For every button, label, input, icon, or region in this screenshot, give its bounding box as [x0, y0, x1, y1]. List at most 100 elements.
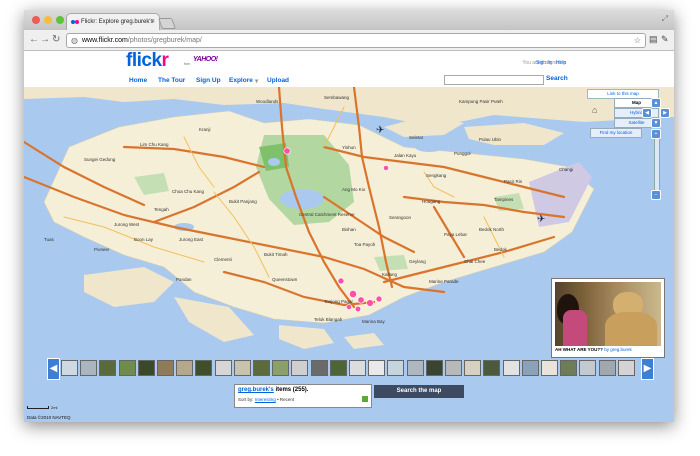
- thumbnail-21[interactable]: [445, 360, 462, 376]
- thumbnail-11[interactable]: [253, 360, 270, 376]
- nav-explore[interactable]: Explore: [229, 77, 253, 84]
- thumbnail-13[interactable]: [291, 360, 309, 376]
- photo-popup[interactable]: AH WHAT ARE YOU?? by greg.burek: [551, 278, 665, 358]
- back-button[interactable]: ←: [29, 33, 39, 47]
- map-label: Kallang: [382, 272, 398, 277]
- map-label: Tuas: [44, 237, 54, 242]
- thumbnail-28[interactable]: [579, 360, 597, 376]
- thumbnail-2[interactable]: [80, 360, 98, 376]
- map-label: Sengkang: [426, 173, 447, 178]
- thumbnail-4[interactable]: [118, 360, 136, 376]
- map-label: Punggol: [454, 151, 471, 156]
- thumbnail-22[interactable]: [464, 360, 482, 376]
- sort-recent[interactable]: Recent: [280, 397, 294, 402]
- nav-upload[interactable]: Upload: [267, 77, 289, 84]
- home-icon[interactable]: ⌂: [592, 105, 602, 115]
- photo-strip: ◀ ▶: [44, 356, 654, 380]
- bookmark-star-icon[interactable]: ☆: [634, 34, 641, 47]
- thumbnail-12[interactable]: [272, 360, 290, 376]
- map-label: Bukit Timah: [264, 252, 288, 257]
- map-label: Bukit Panjang: [229, 199, 257, 204]
- map-label: Pasir Ris: [504, 179, 523, 184]
- thumbnail-5[interactable]: [137, 360, 155, 376]
- fullscreen-icon[interactable]: ⤢: [662, 14, 668, 24]
- forward-button[interactable]: →: [40, 33, 50, 47]
- search-button[interactable]: Search: [546, 75, 568, 82]
- map-label: Serangoon: [389, 215, 412, 220]
- yahoo-logo: YAHOO!: [193, 56, 218, 63]
- thumbnail-16[interactable]: [349, 360, 366, 376]
- close-window-button[interactable]: [32, 16, 40, 24]
- thumbnail-17[interactable]: [368, 360, 386, 376]
- thumbnail-27[interactable]: [560, 360, 578, 376]
- thumbnail-23[interactable]: [483, 360, 501, 376]
- user-link[interactable]: greg.burek's: [238, 387, 274, 393]
- thumbnail-29[interactable]: [598, 360, 616, 376]
- thumbnail-24[interactable]: [502, 360, 520, 376]
- map-label: Jurong East: [179, 237, 204, 242]
- thumbnail-18[interactable]: [387, 360, 405, 376]
- items-info-panel: greg.burek's items (255). Sort by: Inter…: [234, 384, 372, 408]
- strip-right-arrow-icon[interactable]: ▶: [641, 358, 654, 380]
- zoom-in-icon[interactable]: +: [651, 129, 661, 139]
- search-input[interactable]: [444, 75, 544, 85]
- flickr-favicon-icon: [71, 20, 79, 24]
- sort-separator: •: [277, 397, 279, 402]
- address-bar[interactable]: ◍ www.flickr.com/photos/gregburek/map/ ☆: [66, 33, 646, 48]
- nav-sign-up[interactable]: Sign Up: [196, 77, 221, 84]
- thumbnail-19[interactable]: [406, 360, 424, 376]
- map-label: Tampines: [494, 197, 514, 202]
- photo-thumbnail[interactable]: [555, 282, 661, 346]
- help-link[interactable]: Help: [556, 60, 566, 66]
- minimize-window-button[interactable]: [44, 16, 52, 24]
- zoom-window-button[interactable]: [56, 16, 64, 24]
- map-area[interactable]: Lim Chu Kang Sungei Gedong Choa Chu Kang…: [24, 87, 674, 422]
- pan-left-icon[interactable]: ◀: [642, 108, 652, 118]
- map-label: Changi: [559, 167, 574, 172]
- map-label: Queenstown: [272, 277, 298, 282]
- reload-button[interactable]: ↻: [52, 33, 60, 47]
- map-label: Boon Lay: [134, 237, 154, 242]
- thumbnail-15[interactable]: [329, 360, 347, 376]
- strip-left-arrow-icon[interactable]: ◀: [47, 358, 60, 380]
- tab-close-icon[interactable]: ×: [151, 14, 155, 30]
- sort-interesting[interactable]: Interesting: [255, 397, 276, 402]
- map-label: Woodlands: [256, 99, 279, 104]
- new-tab-button[interactable]: [157, 18, 177, 29]
- thumbnail-3[interactable]: [99, 360, 117, 376]
- nav-the-tour[interactable]: The Tour: [158, 77, 185, 84]
- map-label: Pioneer: [94, 247, 110, 252]
- map-type-hybrid[interactable]: Hybrid: [614, 108, 659, 118]
- map-label: Lim Chu Kang: [140, 142, 169, 147]
- thumbnail-26[interactable]: [541, 360, 558, 376]
- thumbnail-7[interactable]: [176, 360, 194, 376]
- thumbnail-1[interactable]: [61, 360, 78, 376]
- thumbnail-8[interactable]: [195, 360, 213, 376]
- thumbnail-9[interactable]: [214, 360, 232, 376]
- thumbnail-25[interactable]: [521, 360, 539, 376]
- pan-up-icon[interactable]: ▲: [651, 98, 661, 108]
- wrench-icon[interactable]: ✎: [661, 34, 669, 45]
- sort-label: Sort by:: [238, 397, 254, 402]
- map-scale: 2mi: [27, 405, 57, 410]
- explore-dropdown-icon[interactable]: ▾: [255, 77, 258, 85]
- search-the-map-button[interactable]: Search the map: [374, 385, 464, 398]
- thumbnail-6[interactable]: [157, 360, 174, 376]
- pan-down-icon[interactable]: ▼: [651, 118, 661, 128]
- thumbnail-10[interactable]: [233, 360, 251, 376]
- find-location-button[interactable]: Find my location: [590, 128, 642, 138]
- flickr-logo[interactable]: flickr from YAHOO!: [126, 50, 218, 72]
- browser-tab[interactable]: Flickr: Explore greg.burek's ×: [66, 13, 160, 31]
- logo-from-text: from: [184, 61, 191, 66]
- page-menu-icon[interactable]: ▤: [649, 34, 658, 45]
- zoom-out-icon[interactable]: −: [651, 190, 661, 200]
- thumbnail-20[interactable]: [425, 360, 443, 376]
- nav-home[interactable]: Home: [129, 77, 147, 84]
- sign-in-link[interactable]: Sign In: [536, 60, 552, 66]
- panel-toggle-icon[interactable]: [362, 396, 368, 402]
- thumbnail-30[interactable]: [617, 360, 635, 376]
- pan-right-icon[interactable]: ▶: [660, 108, 670, 118]
- map-label: Telok Blangah: [314, 317, 343, 322]
- thumbnail-14[interactable]: [310, 360, 328, 376]
- map-label: Geylang: [409, 259, 426, 264]
